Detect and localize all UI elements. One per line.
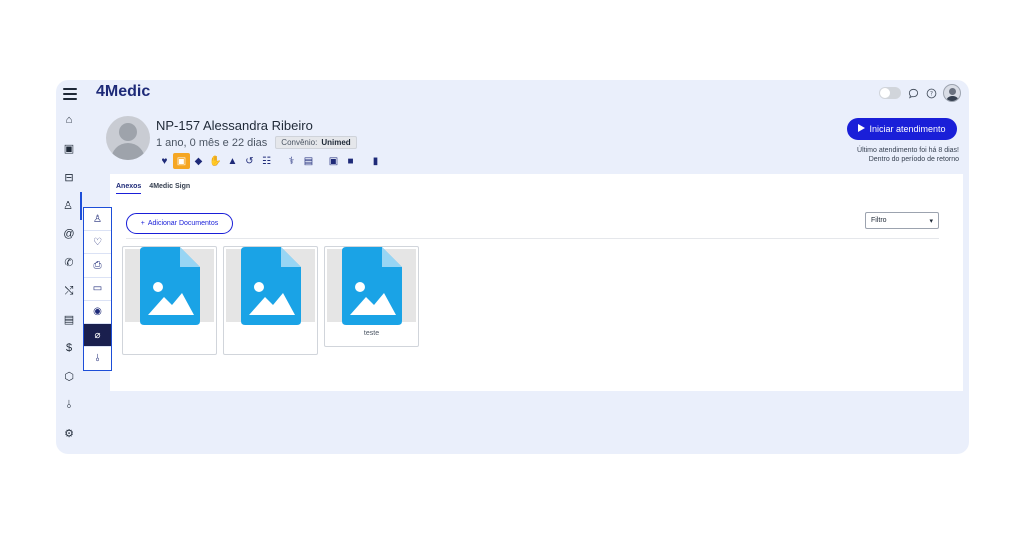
document-caption xyxy=(226,322,315,352)
pill-icon[interactable]: ◆ xyxy=(190,153,207,169)
add-documents-button[interactable]: + Adicionar Documentos xyxy=(126,213,233,234)
document-card[interactable] xyxy=(122,246,217,355)
image-file-icon xyxy=(327,246,416,325)
chat-icon[interactable] xyxy=(907,87,919,99)
play-icon xyxy=(858,124,866,134)
last-visit-text: Último atendimento foi há 8 dias! xyxy=(857,147,959,154)
subrail-user-icon[interactable]: ♙ xyxy=(84,208,111,232)
calendar-icon[interactable]: ▣ xyxy=(173,153,190,169)
patient-sidebar: ♙ ♡ ⎙ ▭ ◉ ⌀ ⫰ xyxy=(83,207,112,372)
book-icon[interactable]: ▮ xyxy=(367,153,384,169)
image-file-icon xyxy=(125,246,214,325)
document-card[interactable]: teste xyxy=(324,246,419,347)
tab-bar: Anexos 4Medic Sign xyxy=(116,183,190,194)
content-panel: Anexos 4Medic Sign + Adicionar Documento… xyxy=(110,174,963,391)
main-sidebar: ⌂ ▣ ⊟ ♙ @ ✆ ⤭ ▤ $ ⬡ ⫰ ⚙ xyxy=(56,106,82,448)
help-icon[interactable]: ? xyxy=(925,87,937,99)
at-icon[interactable]: @ xyxy=(56,220,82,249)
filter-label: Filtro xyxy=(871,217,887,224)
video-icon[interactable]: ■ xyxy=(342,153,359,169)
convenio-label: Convênio: xyxy=(281,138,318,147)
patient-age: 1 ano, 0 mês e 22 dias xyxy=(156,136,268,149)
document-icon[interactable]: ▤ xyxy=(300,153,317,169)
inbox-icon[interactable]: ⊟ xyxy=(56,163,82,192)
document-caption xyxy=(125,322,214,352)
patient-info: 1 ano, 0 mês e 22 dias Convênio: Unimed xyxy=(156,136,357,149)
patient-name: NP-157 Alessandra Ribeiro xyxy=(156,118,313,133)
filter-select[interactable]: Filtro ▾ xyxy=(865,212,939,229)
subrail-printer-icon[interactable]: ⎙ xyxy=(84,254,111,278)
patient-avatar xyxy=(106,116,150,160)
shuffle-icon[interactable]: ⤭ xyxy=(56,277,82,306)
calendar-icon[interactable]: ▣ xyxy=(56,135,82,164)
user-avatar[interactable] xyxy=(943,84,961,102)
start-appointment-button[interactable]: Iniciar atendimento xyxy=(847,118,957,140)
table-icon[interactable]: ☷ xyxy=(258,153,275,169)
subrail-heart-pulse-icon[interactable]: ♡ xyxy=(84,231,111,255)
user-icon[interactable]: ♙ xyxy=(56,191,82,220)
tab-anexos[interactable]: Anexos xyxy=(116,183,142,194)
document-caption: teste xyxy=(363,329,380,337)
home-icon[interactable]: ⌂ xyxy=(56,106,82,135)
subrail-camera-icon[interactable]: ◉ xyxy=(84,301,111,324)
top-actions: ? xyxy=(879,84,961,102)
settings-icon[interactable]: ⚙ xyxy=(56,420,82,449)
theme-toggle[interactable] xyxy=(879,87,901,99)
subrail-paperclip-icon[interactable]: ⌀ xyxy=(84,323,111,348)
stethoscope-icon[interactable]: ⚕ xyxy=(283,153,300,169)
calendar-check-icon[interactable]: ▣ xyxy=(325,153,342,169)
warning-icon[interactable]: ▲ xyxy=(224,153,241,169)
add-documents-label: Adicionar Documentos xyxy=(147,220,219,227)
last-visit-info: Último atendimento foi há 8 dias! Dentro… xyxy=(857,146,959,164)
document-card[interactable] xyxy=(223,246,318,355)
menu-icon[interactable] xyxy=(63,87,77,101)
divider xyxy=(126,238,939,239)
subrail-folder-icon[interactable]: ▭ xyxy=(84,278,111,301)
box-icon[interactable]: ⬡ xyxy=(56,363,82,392)
convenio-value: Unimed xyxy=(321,138,351,147)
hand-icon[interactable]: ✋ xyxy=(207,153,224,169)
chart-icon[interactable]: ⫰ xyxy=(56,391,82,420)
heart-pulse-icon[interactable]: ♥ xyxy=(156,153,173,169)
plus-icon: + xyxy=(140,220,145,227)
clipboard-icon[interactable]: ▤ xyxy=(56,306,82,335)
phone-icon[interactable]: ✆ xyxy=(56,249,82,278)
svg-text:?: ? xyxy=(929,90,932,97)
convenio-badge: Convênio: Unimed xyxy=(275,136,357,149)
patient-toolbar: ♥ ▣ ◆ ✋ ▲ ↺ ☷ ⚕ ▤ ▣ ■ ▮ xyxy=(156,153,384,169)
history-icon[interactable]: ↺ xyxy=(241,153,258,169)
caret-down-icon: ▾ xyxy=(929,217,933,225)
return-period-text: Dentro do período de retorno xyxy=(868,156,959,163)
tab-4medic-sign[interactable]: 4Medic Sign xyxy=(149,183,190,194)
app-logo[interactable]: 4Medic xyxy=(96,83,150,101)
subrail-chart-icon[interactable]: ⫰ xyxy=(84,347,111,370)
document-grid: teste xyxy=(122,246,419,355)
start-appointment-label: Iniciar atendimento xyxy=(869,124,946,134)
image-file-icon xyxy=(226,246,315,325)
dollar-icon[interactable]: $ xyxy=(56,334,82,363)
app-window: 4Medic ? ⌂ ▣ ⊟ ♙ @ ✆ ⤭ ▤ $ ⬡ ⫰ ⚙ NP-157 Alessandra … xyxy=(56,80,969,454)
